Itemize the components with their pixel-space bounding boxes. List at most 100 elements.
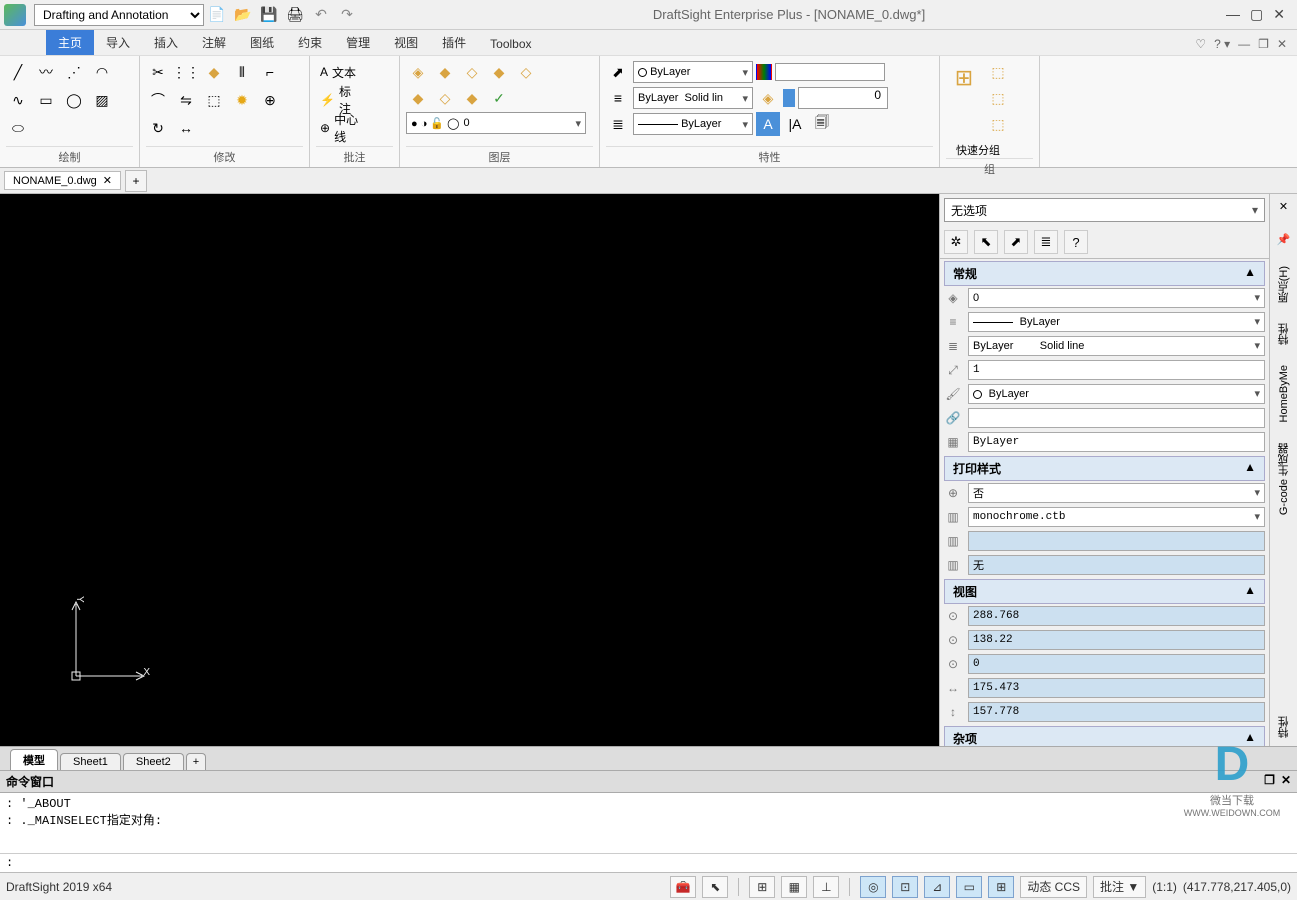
chamfer-icon[interactable]: ⌐ [258, 60, 282, 84]
transparency-icon[interactable]: ◈ [756, 86, 780, 110]
trim-icon[interactable]: ✂ [146, 60, 170, 84]
prop-scale[interactable]: 1 [968, 360, 1265, 380]
prop-printstyle-1[interactable]: 否 [968, 483, 1265, 503]
close-button[interactable]: ✕ [1273, 6, 1285, 23]
transparency-input[interactable]: 0 [798, 87, 888, 109]
selection-dropdown[interactable]: 无选项 [944, 198, 1265, 222]
tab-sheet[interactable]: 图纸 [238, 30, 286, 55]
maximize-button[interactable]: ▢ [1250, 6, 1263, 23]
doc-tab[interactable]: NONAME_0.dwg ✕ [4, 171, 121, 190]
layer-lock-icon[interactable]: ◆ [460, 86, 484, 110]
sheet-1[interactable]: Sheet1 [60, 753, 121, 770]
point-icon[interactable]: ⋰ [62, 60, 86, 84]
hatch-icon[interactable]: ▨ [90, 88, 114, 112]
layer-unlock-icon[interactable]: ✓ [487, 86, 511, 110]
color-swatch[interactable] [775, 63, 885, 81]
layer-freeze-icon[interactable]: ◆ [406, 86, 430, 110]
command-input[interactable]: : [0, 853, 1297, 872]
side-properties[interactable]: 特性 [1276, 323, 1292, 345]
rectangle-icon[interactable]: ▭ [34, 88, 58, 112]
line-icon[interactable]: ╱ [6, 60, 30, 84]
sb-lwt-icon[interactable]: ⊞ [988, 876, 1014, 898]
print-icon[interactable]: 🖨 [284, 4, 306, 26]
cmd-detach-icon[interactable]: ❐ [1264, 773, 1275, 790]
polyline-icon[interactable]: 〰 [34, 60, 58, 84]
sb-otrack-icon[interactable]: ⊿ [924, 876, 950, 898]
open-icon[interactable]: 📂 [232, 4, 254, 26]
new-icon[interactable]: 📄 [206, 4, 228, 26]
drawing-canvas[interactable]: Y X [0, 194, 939, 746]
tab-constraint[interactable]: 约束 [286, 30, 334, 55]
section-general-header[interactable]: 常规▲ [944, 261, 1265, 286]
quick-group-icon[interactable]: ⊞ [946, 60, 982, 96]
sb-ortho-icon[interactable]: ⊥ [813, 876, 839, 898]
sb-grid-icon[interactable]: ▦ [781, 876, 807, 898]
layer-manager-icon[interactable]: ◈ [406, 60, 430, 84]
side-origin[interactable]: 原点(H) [1276, 266, 1292, 303]
tab-annotate[interactable]: 注解 [190, 30, 238, 55]
tab-manage[interactable]: 管理 [334, 30, 382, 55]
side-homebyme[interactable]: HomeByMe [1278, 365, 1290, 422]
tab-insert[interactable]: 插入 [142, 30, 190, 55]
save-icon[interactable]: 💾 [258, 4, 280, 26]
fillet-icon[interactable]: ⌒ [146, 88, 170, 112]
group-edit-icon[interactable]: ⬚ [986, 60, 1010, 84]
lineweight-icon[interactable]: ≣ [606, 112, 630, 136]
prop-tool-3-icon[interactable]: 🗐 [810, 112, 834, 136]
spline-icon[interactable]: ∿ [6, 88, 30, 112]
arc-icon[interactable]: ◠ [90, 60, 114, 84]
tab-toolbox[interactable]: Toolbox [478, 33, 543, 55]
text-button[interactable]: A文本 [316, 60, 366, 84]
doc-restore-icon[interactable]: ❐ [1258, 37, 1269, 51]
sb-snap-icon[interactable]: ⊞ [749, 876, 775, 898]
color-dropdown[interactable]: ByLayer [633, 61, 753, 83]
undo-icon[interactable]: ↶ [310, 4, 332, 26]
move-icon[interactable]: ⊕ [258, 88, 282, 112]
quick-select-icon[interactable]: ✲ [944, 230, 968, 254]
doc-min-icon[interactable]: — [1238, 37, 1250, 51]
tab-view[interactable]: 视图 [382, 30, 430, 55]
favorite-icon[interactable]: ♡ [1195, 37, 1206, 51]
side-properties-2[interactable]: 特性 [1276, 716, 1292, 738]
layer-current-dropdown[interactable]: ● ◑ 🔓 ◯ 0 [406, 112, 586, 134]
doc-tab-close-icon[interactable]: ✕ [103, 174, 112, 187]
workspace-dropdown[interactable]: Drafting and Annotation [34, 4, 204, 26]
tab-import[interactable]: 导入 [94, 30, 142, 55]
section-misc-header[interactable]: 杂项▲ [944, 726, 1265, 746]
prop-layer[interactable]: 0 [968, 288, 1265, 308]
cmd-close-icon[interactable]: ✕ [1281, 773, 1291, 790]
layer-states-icon[interactable]: ◆ [433, 60, 457, 84]
rotate-icon[interactable]: ↻ [146, 116, 170, 140]
redo-icon[interactable]: ↷ [336, 4, 358, 26]
lineweight-dropdown[interactable]: ByLayer [633, 113, 753, 135]
linetype-icon[interactable]: ≡ [606, 86, 630, 110]
erase-icon[interactable]: ◆ [202, 60, 226, 84]
linetype-dropdown[interactable]: ByLayer Solid lin [633, 87, 753, 109]
stretch-icon[interactable]: ↔ [174, 116, 198, 140]
sb-polar-icon[interactable]: ◎ [860, 876, 886, 898]
ellipse-icon[interactable]: ⬭ [6, 116, 30, 140]
dimension-button[interactable]: ⚡标注 [316, 88, 366, 112]
prop-help-icon[interactable]: ? [1064, 230, 1088, 254]
select-objects-icon[interactable]: ⬉ [974, 230, 998, 254]
sb-annotation-button[interactable]: 批注 ▼ [1093, 876, 1146, 898]
prop-tool-2-icon[interactable]: |A [783, 112, 807, 136]
offset-icon[interactable]: ⫴ [230, 60, 254, 84]
prop-tool-1-icon[interactable]: A [756, 112, 780, 136]
prop-linestyle[interactable]: ByLayer Solid line [968, 336, 1265, 356]
ungroup-icon[interactable]: ⬚ [986, 86, 1010, 110]
group-select-icon[interactable]: ⬚ [986, 112, 1010, 136]
minimize-button[interactable]: — [1226, 6, 1240, 23]
prop-hyperlink[interactable] [968, 408, 1265, 428]
sb-btn-1[interactable]: 🧰 [670, 876, 696, 898]
layer-on-icon[interactable]: ◇ [514, 60, 538, 84]
tab-home[interactable]: 主页 [46, 30, 94, 55]
prop-linetype[interactable]: ByLayer [968, 312, 1265, 332]
prop-lineweight[interactable]: ByLayer [968, 432, 1265, 452]
array-icon[interactable]: ⋮⋮ [174, 60, 198, 84]
centerline-button[interactable]: ⊕中心线 [316, 116, 366, 140]
sheet-2[interactable]: Sheet2 [123, 753, 184, 770]
circle-icon[interactable]: ◯ [62, 88, 86, 112]
sb-dyn-icon[interactable]: ▭ [956, 876, 982, 898]
sb-dynccs-button[interactable]: 动态 CCS [1020, 876, 1087, 898]
